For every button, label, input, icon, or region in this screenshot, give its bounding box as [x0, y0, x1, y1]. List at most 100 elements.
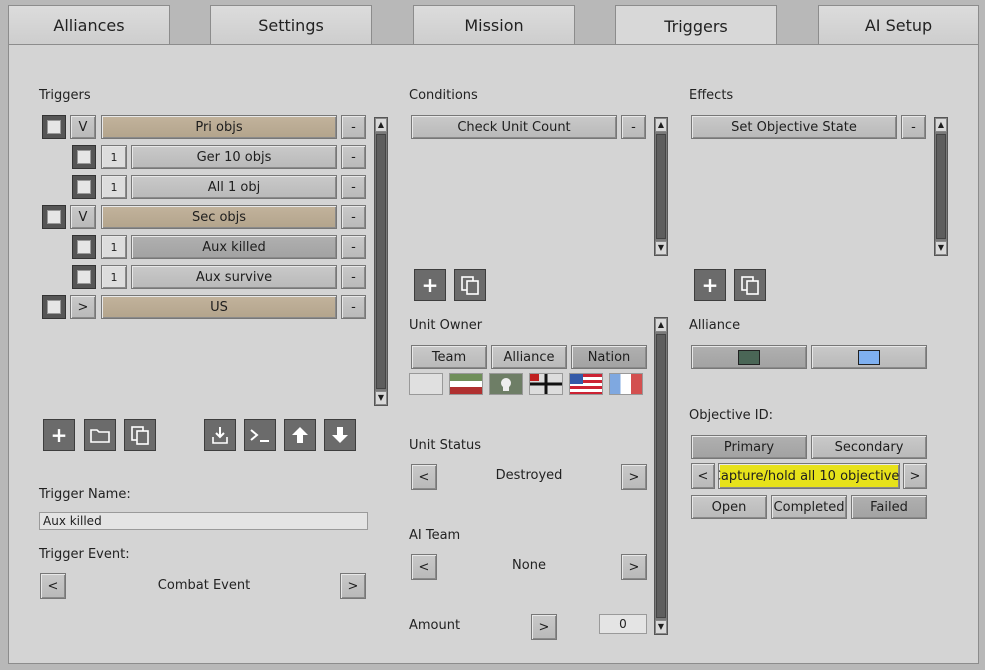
- trigger-checkbox[interactable]: [72, 145, 96, 169]
- scroll-down-icon[interactable]: ▼: [935, 241, 947, 255]
- console-icon[interactable]: [244, 419, 276, 451]
- scroll-down-icon[interactable]: ▼: [655, 241, 667, 255]
- scroll-thumb[interactable]: [656, 334, 666, 618]
- add-effect-icon[interactable]: +: [694, 269, 726, 301]
- trigger-checkbox[interactable]: [72, 175, 96, 199]
- owner-tab-alliance[interactable]: Alliance: [491, 345, 567, 369]
- scroll-thumb[interactable]: [376, 134, 386, 389]
- flag-german-icon[interactable]: [529, 373, 563, 395]
- amount-input[interactable]: 0: [599, 614, 647, 634]
- trigger-item[interactable]: Ger 10 objs: [131, 145, 337, 169]
- trigger-checkbox[interactable]: [72, 235, 96, 259]
- trigger-checkbox[interactable]: [42, 205, 66, 229]
- trigger-item[interactable]: Pri objs: [101, 115, 337, 139]
- scroll-down-icon[interactable]: ▼: [375, 391, 387, 405]
- flag-us-icon[interactable]: [569, 373, 603, 395]
- state-failed-button[interactable]: Failed: [851, 495, 927, 519]
- flag-axis-icon[interactable]: [449, 373, 483, 395]
- trigger-checkbox[interactable]: [42, 115, 66, 139]
- objective-id-label: Objective ID:: [689, 408, 773, 423]
- unit-status-prev-button[interactable]: <: [411, 464, 437, 490]
- trigger-item[interactable]: All 1 obj: [131, 175, 337, 199]
- ai-team-label: AI Team: [409, 528, 461, 543]
- trigger-remove-button[interactable]: -: [341, 265, 366, 289]
- trigger-event-prev-button[interactable]: <: [40, 573, 66, 599]
- scroll-thumb[interactable]: [936, 134, 946, 239]
- alliance-swatch-blue: [858, 349, 880, 365]
- copy-condition-icon[interactable]: [454, 269, 486, 301]
- trigger-event-label: Trigger Event:: [39, 547, 130, 562]
- trigger-item[interactable]: Sec objs: [101, 205, 337, 229]
- triggers-scrollbar[interactable]: ▲ ▼: [374, 117, 388, 406]
- tab-mission[interactable]: Mission: [413, 5, 575, 45]
- add-condition-icon[interactable]: +: [414, 269, 446, 301]
- trigger-toggle[interactable]: V: [70, 205, 96, 229]
- trigger-name-input[interactable]: Aux killed: [39, 512, 368, 530]
- owner-tab-nation[interactable]: Nation: [571, 345, 647, 369]
- copy-effect-icon[interactable]: [734, 269, 766, 301]
- condition-remove-button[interactable]: -: [621, 115, 646, 139]
- tab-ai-setup[interactable]: AI Setup: [818, 5, 979, 45]
- flag-french-icon[interactable]: [609, 373, 643, 395]
- ai-team-next-button[interactable]: >: [621, 554, 647, 580]
- owner-tab-team[interactable]: Team: [411, 345, 487, 369]
- tab-triggers[interactable]: Triggers: [615, 5, 777, 47]
- trigger-remove-button[interactable]: -: [341, 295, 366, 319]
- objective-tab-primary[interactable]: Primary: [691, 435, 807, 459]
- ai-team-value: None: [512, 558, 546, 573]
- trigger-item-selected[interactable]: Aux killed: [131, 235, 337, 259]
- effect-item[interactable]: Set Objective State: [691, 115, 897, 139]
- alliance-option-1[interactable]: [691, 345, 807, 369]
- scroll-down-icon[interactable]: ▼: [655, 620, 667, 634]
- trigger-remove-button[interactable]: -: [341, 115, 366, 139]
- trigger-toggle[interactable]: 1: [101, 175, 127, 199]
- flag-skull-icon[interactable]: [489, 373, 523, 395]
- scroll-thumb[interactable]: [656, 134, 666, 239]
- trigger-toggle[interactable]: 1: [101, 235, 127, 259]
- effects-scrollbar[interactable]: ▲ ▼: [934, 117, 948, 256]
- move-up-icon[interactable]: [284, 419, 316, 451]
- scroll-up-icon[interactable]: ▲: [655, 318, 667, 332]
- trigger-item[interactable]: US: [101, 295, 337, 319]
- tab-settings[interactable]: Settings: [210, 5, 372, 45]
- scroll-up-icon[interactable]: ▲: [935, 118, 947, 132]
- state-completed-button[interactable]: Completed: [771, 495, 847, 519]
- trigger-event-next-button[interactable]: >: [340, 573, 366, 599]
- tab-alliances[interactable]: Alliances: [8, 5, 170, 45]
- trigger-toggle[interactable]: V: [70, 115, 96, 139]
- scroll-up-icon[interactable]: ▲: [655, 118, 667, 132]
- alliance-swatch-green: [738, 349, 760, 365]
- unit-status-value: Destroyed: [495, 468, 563, 483]
- unit-status-next-button[interactable]: >: [621, 464, 647, 490]
- import-icon[interactable]: [204, 419, 236, 451]
- effects-heading: Effects: [689, 88, 734, 103]
- trigger-toggle[interactable]: 1: [101, 265, 127, 289]
- amount-next-button[interactable]: >: [531, 614, 557, 640]
- ai-team-prev-button[interactable]: <: [411, 554, 437, 580]
- trigger-item[interactable]: Aux survive: [131, 265, 337, 289]
- condition-item[interactable]: Check Unit Count: [411, 115, 617, 139]
- trigger-checkbox[interactable]: [42, 295, 66, 319]
- conditions-scrollbar[interactable]: ▲ ▼: [654, 117, 668, 256]
- add-trigger-icon[interactable]: +: [43, 419, 75, 451]
- trigger-checkbox[interactable]: [72, 265, 96, 289]
- alliance-option-2[interactable]: [811, 345, 927, 369]
- state-open-button[interactable]: Open: [691, 495, 767, 519]
- objective-tab-secondary[interactable]: Secondary: [811, 435, 927, 459]
- folder-icon[interactable]: [84, 419, 116, 451]
- trigger-remove-button[interactable]: -: [341, 145, 366, 169]
- copy-icon[interactable]: [124, 419, 156, 451]
- scroll-up-icon[interactable]: ▲: [375, 118, 387, 132]
- trigger-remove-button[interactable]: -: [341, 205, 366, 229]
- condition-details-scrollbar[interactable]: ▲ ▼: [654, 317, 668, 635]
- move-down-icon[interactable]: [324, 419, 356, 451]
- flag-neutral-icon[interactable]: [409, 373, 443, 395]
- objective-next-button[interactable]: >: [903, 463, 927, 489]
- trigger-remove-button[interactable]: -: [341, 175, 366, 199]
- alliance-label: Alliance: [689, 318, 741, 333]
- effect-remove-button[interactable]: -: [901, 115, 926, 139]
- trigger-toggle[interactable]: 1: [101, 145, 127, 169]
- trigger-toggle[interactable]: >: [70, 295, 96, 319]
- objective-prev-button[interactable]: <: [691, 463, 715, 489]
- trigger-remove-button[interactable]: -: [341, 235, 366, 259]
